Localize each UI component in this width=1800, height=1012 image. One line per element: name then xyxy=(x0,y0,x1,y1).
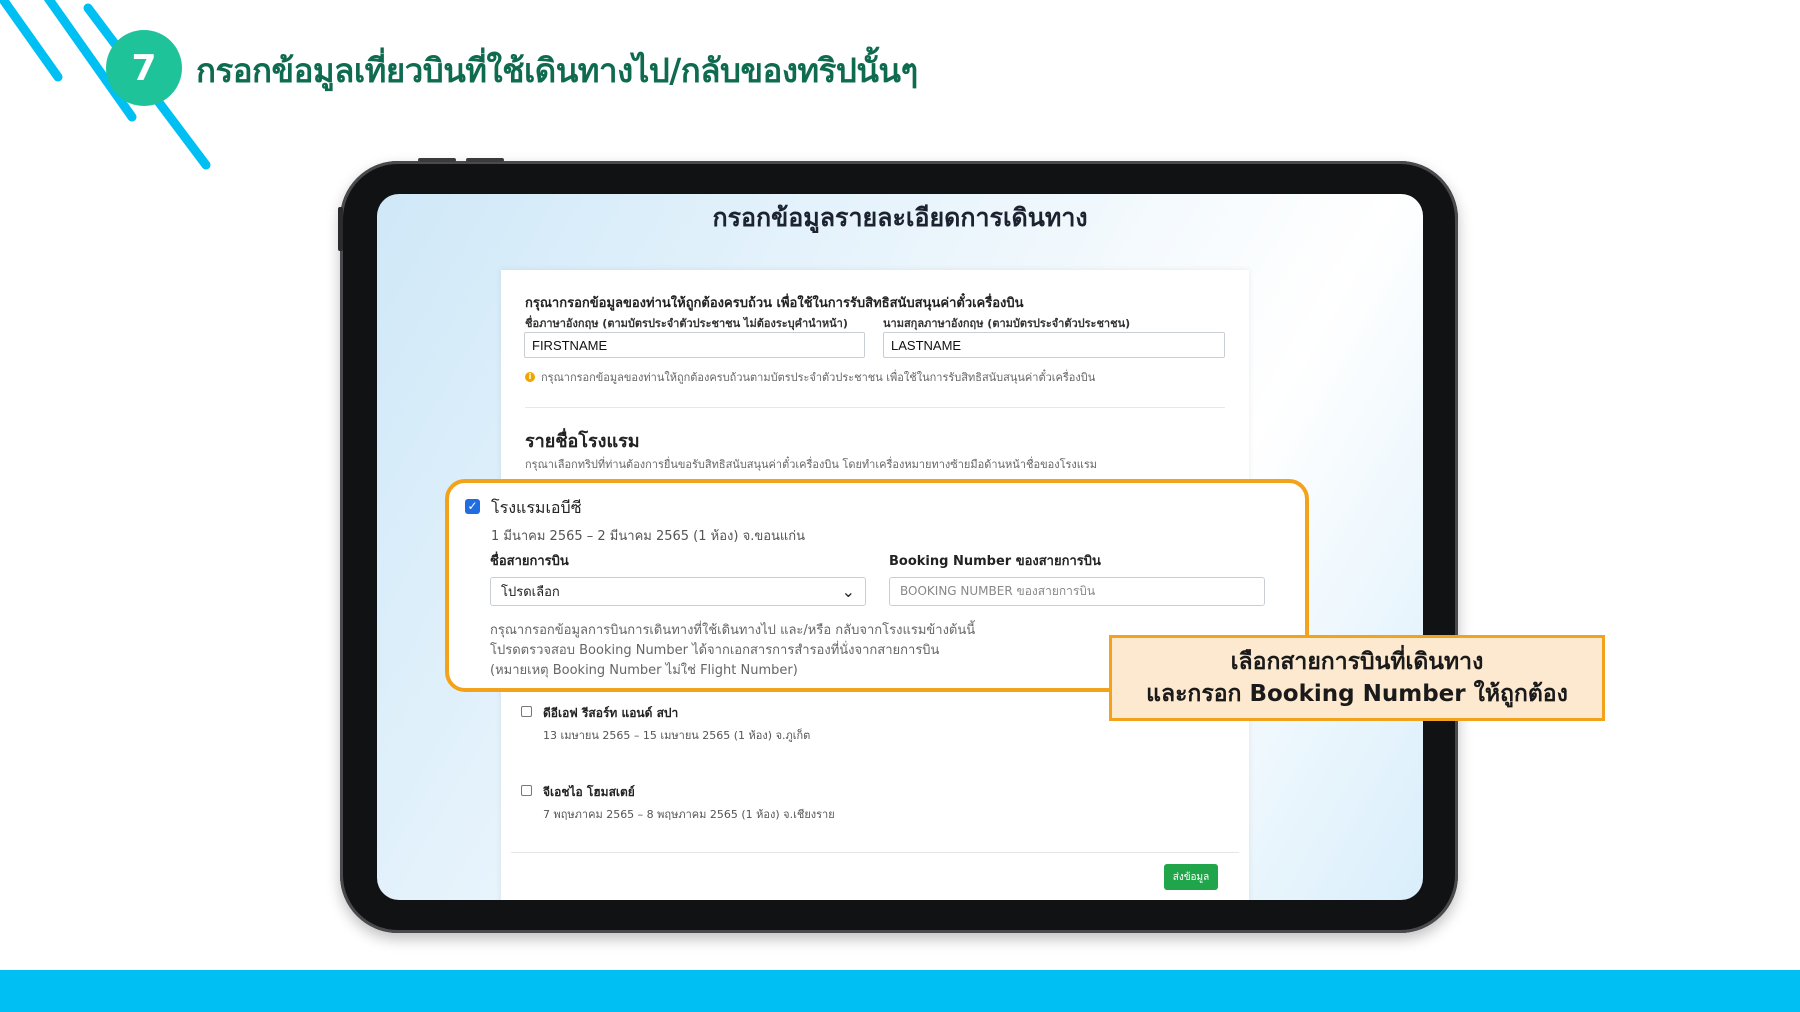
form-page-title: กรอกข้อมูลรายละเอียดการเดินทาง xyxy=(712,203,1088,232)
firstname-label: ชื่อภาษาอังกฤษ (ตามบัตรประจำตัวประชาชน ไ… xyxy=(525,317,848,330)
airline-select-value: โปรดเลือก xyxy=(501,585,560,600)
lastname-label: นามสกุลภาษาอังกฤษ (ตามบัตรประจำตัวประชาช… xyxy=(883,317,1131,330)
callout-line-2: และกรอก Booking Number ให้ถูกต้อง xyxy=(1146,681,1568,707)
decorative-stripes xyxy=(0,0,211,170)
instruction-callout: เลือกสายการบินที่เดินทาง และกรอก Booking… xyxy=(1109,635,1605,721)
section-divider xyxy=(525,407,1225,408)
hotel-checkbox[interactable] xyxy=(521,785,532,796)
step-title: กรอกข้อมูลเที่ยวบินที่ใช้เดินทางไป/กลับข… xyxy=(196,51,918,90)
form-instruction: กรุณากรอกข้อมูลของท่านให้ถูกต้องครบถ้วน … xyxy=(525,296,1024,311)
chevron-down-icon: ⌄ xyxy=(841,581,855,601)
firstname-input[interactable]: FIRSTNAME xyxy=(524,332,865,358)
tablet-side-button xyxy=(338,207,343,251)
lastname-input[interactable]: LASTNAME xyxy=(883,332,1225,358)
name-note-text: กรุณากรอกข้อมูลของท่านให้ถูกต้องครบถ้วนต… xyxy=(541,371,1096,384)
submit-button[interactable]: ส่งข้อมูล xyxy=(1164,864,1218,890)
tablet-top-button xyxy=(418,158,456,162)
hotel-name: ดีอีเอฟ รีสอร์ท แอนด์ สปา xyxy=(543,706,679,720)
hotel-name: จีเอชไอ โฮมสเตย์ xyxy=(543,785,635,799)
step-number-badge: 7 xyxy=(106,30,182,106)
callout-line-1: เลือกสายการบินที่เดินทาง xyxy=(1230,649,1484,675)
tablet-top-button xyxy=(466,158,504,162)
flight-help-text: กรุณากรอกข้อมูลการบินการเดินทางที่ใช้เดิ… xyxy=(490,621,975,681)
bottom-band xyxy=(0,970,1800,1012)
selected-hotel-checkbox[interactable]: ✓ xyxy=(465,499,480,514)
flight-help-line: (หมายเหตุ Booking Number ไม่ใช่ Flight N… xyxy=(490,663,798,678)
hotel-list-heading: รายชื่อโรงแรม xyxy=(525,431,640,452)
info-icon: i xyxy=(525,372,535,382)
hotel-list-instruction: กรุณาเลือกทริปที่ท่านต้องการยื่นขอรับสิท… xyxy=(525,458,1097,471)
booking-number-input[interactable]: BOOKING NUMBER ของสายการบิน xyxy=(889,577,1265,606)
booking-number-label: Booking Number ของสายการบิน xyxy=(889,554,1101,569)
airline-label: ชื่อสายการบิน xyxy=(490,554,569,569)
hotel-dates: 13 เมษายน 2565 – 15 เมษายน 2565 (1 ห้อง)… xyxy=(543,729,811,742)
flight-help-line: โปรดตรวจสอบ Booking Number ได้จากเอกสารก… xyxy=(490,643,940,658)
selected-hotel-name: โรงแรมเอบีซี xyxy=(491,498,582,517)
hotel-dates: 7 พฤษภาคม 2565 – 8 พฤษภาคม 2565 (1 ห้อง)… xyxy=(543,808,835,821)
flight-help-line: กรุณากรอกข้อมูลการบินการเดินทางที่ใช้เดิ… xyxy=(490,623,976,638)
hotel-checkbox[interactable] xyxy=(521,706,532,717)
selected-hotel-dates: 1 มีนาคม 2565 – 2 มีนาคม 2565 (1 ห้อง) จ… xyxy=(491,529,806,544)
footer-divider xyxy=(511,852,1239,853)
airline-select[interactable]: โปรดเลือก ⌄ xyxy=(490,577,866,606)
name-note: i กรุณากรอกข้อมูลของท่านให้ถูกต้องครบถ้ว… xyxy=(525,368,1095,386)
